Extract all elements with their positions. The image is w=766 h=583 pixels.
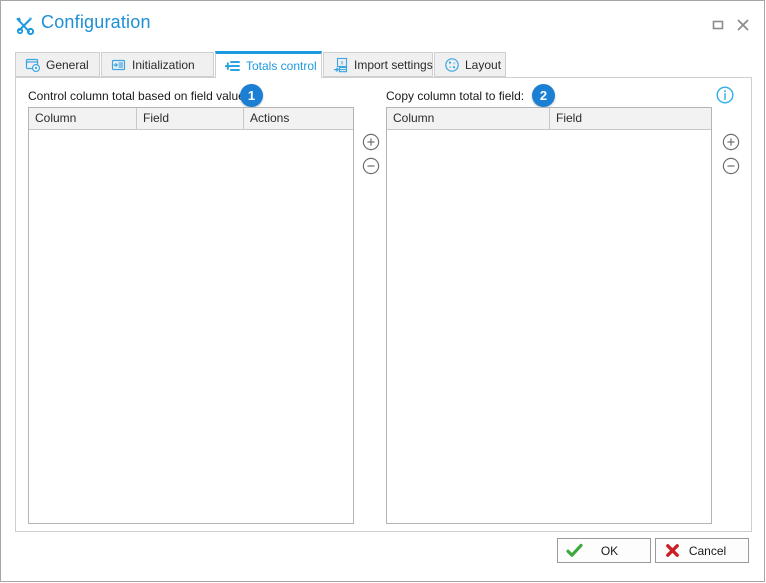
ok-button-label: OK — [600, 543, 619, 558]
check-icon — [566, 542, 583, 559]
cancel-button-label: Cancel — [688, 543, 727, 558]
window-title: Configuration — [41, 12, 151, 32]
step-badge-2: 2 — [532, 84, 555, 107]
column-header-field[interactable]: Field — [137, 108, 244, 129]
tab-label: Totals control — [246, 59, 317, 73]
cancel-button[interactable]: Cancel — [655, 538, 749, 563]
tab-label: Layout — [465, 57, 502, 72]
column-header-column[interactable]: Column — [387, 108, 550, 129]
add-row-button-left[interactable] — [362, 133, 380, 151]
form-gear-icon — [25, 57, 41, 73]
ok-button[interactable]: OK — [557, 538, 651, 563]
remove-row-button-right[interactable] — [722, 157, 740, 175]
tab-totals-control[interactable]: Totals control — [215, 51, 322, 78]
tab-strip: General Initialization Totals control x … — [15, 51, 752, 78]
left-panel-label: Control column total based on field valu… — [28, 89, 249, 103]
grid-header-row: Column Field Actions — [29, 108, 353, 130]
svg-text:x: x — [341, 60, 344, 66]
grid-header-row: Column Field — [387, 108, 711, 130]
step-badge-1: 1 — [240, 84, 263, 107]
add-row-button-right[interactable] — [722, 133, 740, 151]
plus-lines-icon — [224, 58, 241, 74]
grid-body-empty[interactable] — [387, 130, 711, 523]
tab-general[interactable]: General — [15, 52, 100, 77]
cross-icon — [664, 542, 681, 559]
excel-import-icon: x — [333, 57, 349, 73]
tab-label: Initialization — [132, 57, 195, 72]
tab-label: Import settings — [354, 57, 433, 72]
column-header-actions[interactable]: Actions — [244, 108, 353, 129]
totals-control-page: Control column total based on field valu… — [15, 77, 752, 532]
control-column-total-grid[interactable]: Column Field Actions — [28, 107, 354, 524]
tools-icon — [14, 15, 36, 37]
grid-body-empty[interactable] — [29, 130, 353, 523]
close-icon[interactable] — [733, 15, 753, 35]
remove-row-button-left[interactable] — [362, 157, 380, 175]
configuration-window: Configuration General Initialization Tot… — [0, 0, 765, 582]
copy-column-total-grid[interactable]: Column Field — [386, 107, 712, 524]
tab-label: General — [46, 57, 89, 72]
column-header-column[interactable]: Column — [29, 108, 137, 129]
info-icon[interactable] — [716, 86, 734, 104]
column-header-field[interactable]: Field — [550, 108, 711, 129]
title-bar: Configuration — [1, 1, 764, 43]
right-panel-label: Copy column total to field: — [386, 89, 525, 103]
form-list-icon — [111, 57, 127, 73]
tab-layout[interactable]: Layout — [434, 52, 506, 77]
palette-icon — [444, 57, 460, 73]
tab-initialization[interactable]: Initialization — [101, 52, 214, 77]
maximize-icon[interactable] — [708, 15, 728, 35]
tab-import-settings[interactable]: x Import settings — [323, 52, 433, 77]
